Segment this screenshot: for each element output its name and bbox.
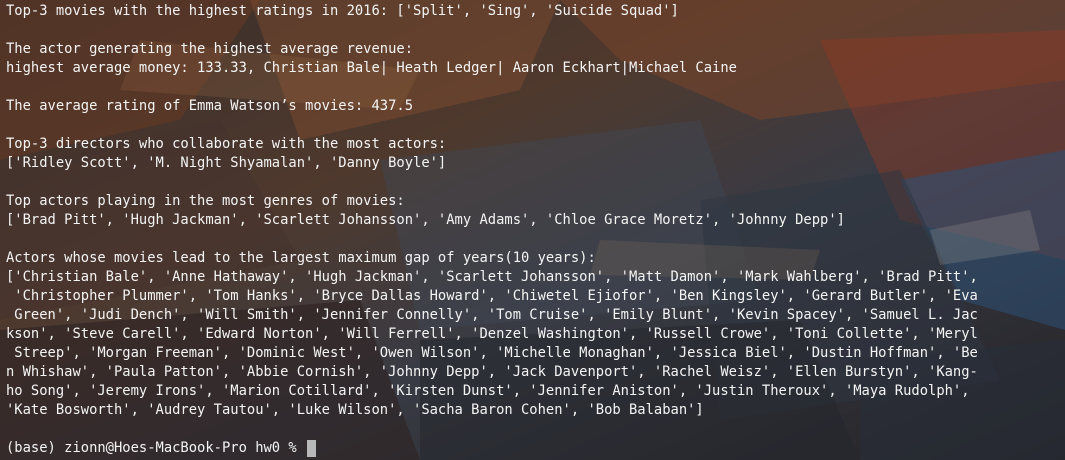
output-line: ['Christian Bale', 'Anne Hathaway', 'Hug… bbox=[6, 269, 978, 285]
output-line: ho Song', 'Jeremy Irons', 'Marion Cotill… bbox=[6, 383, 970, 399]
output-line: n Whishaw', 'Paula Patton', 'Abbie Corni… bbox=[6, 364, 978, 380]
output-line: Green', 'Judi Dench', 'Will Smith', 'Jen… bbox=[6, 307, 978, 323]
shell-prompt: (base) zionn@Hoes-MacBook-Pro hw0 % bbox=[6, 440, 306, 456]
prompt-line[interactable]: (base) zionn@Hoes-MacBook-Pro hw0 % bbox=[6, 439, 1065, 458]
output-line: highest average money: 133.33, Christian… bbox=[6, 60, 737, 76]
output-line: The average rating of Emma Watson’s movi… bbox=[6, 98, 414, 114]
terminal-lines: Top-3 movies with the highest ratings in… bbox=[6, 2, 1065, 439]
terminal-output[interactable]: Top-3 movies with the highest ratings in… bbox=[0, 0, 1065, 460]
output-line: Streep', 'Morgan Freeman', 'Dominic West… bbox=[6, 345, 978, 361]
output-line: kson', 'Steve Carell', 'Edward Norton', … bbox=[6, 326, 978, 342]
output-line: Actors whose movies lead to the largest … bbox=[6, 250, 596, 266]
output-line: 'Christopher Plummer', 'Tom Hanks', 'Bry… bbox=[6, 288, 978, 304]
output-line: Top-3 movies with the highest ratings in… bbox=[6, 3, 679, 19]
output-line: 'Kate Bosworth', 'Audrey Tautou', 'Luke … bbox=[6, 402, 704, 418]
output-line: Top actors playing in the most genres of… bbox=[6, 193, 405, 209]
output-line: ['Brad Pitt', 'Hugh Jackman', 'Scarlett … bbox=[6, 212, 845, 228]
output-line: ['Ridley Scott', 'M. Night Shyamalan', '… bbox=[6, 155, 447, 171]
text-cursor bbox=[307, 440, 317, 457]
output-line: The actor generating the highest average… bbox=[6, 41, 414, 57]
output-line: Top-3 directors who collaborate with the… bbox=[6, 136, 447, 152]
